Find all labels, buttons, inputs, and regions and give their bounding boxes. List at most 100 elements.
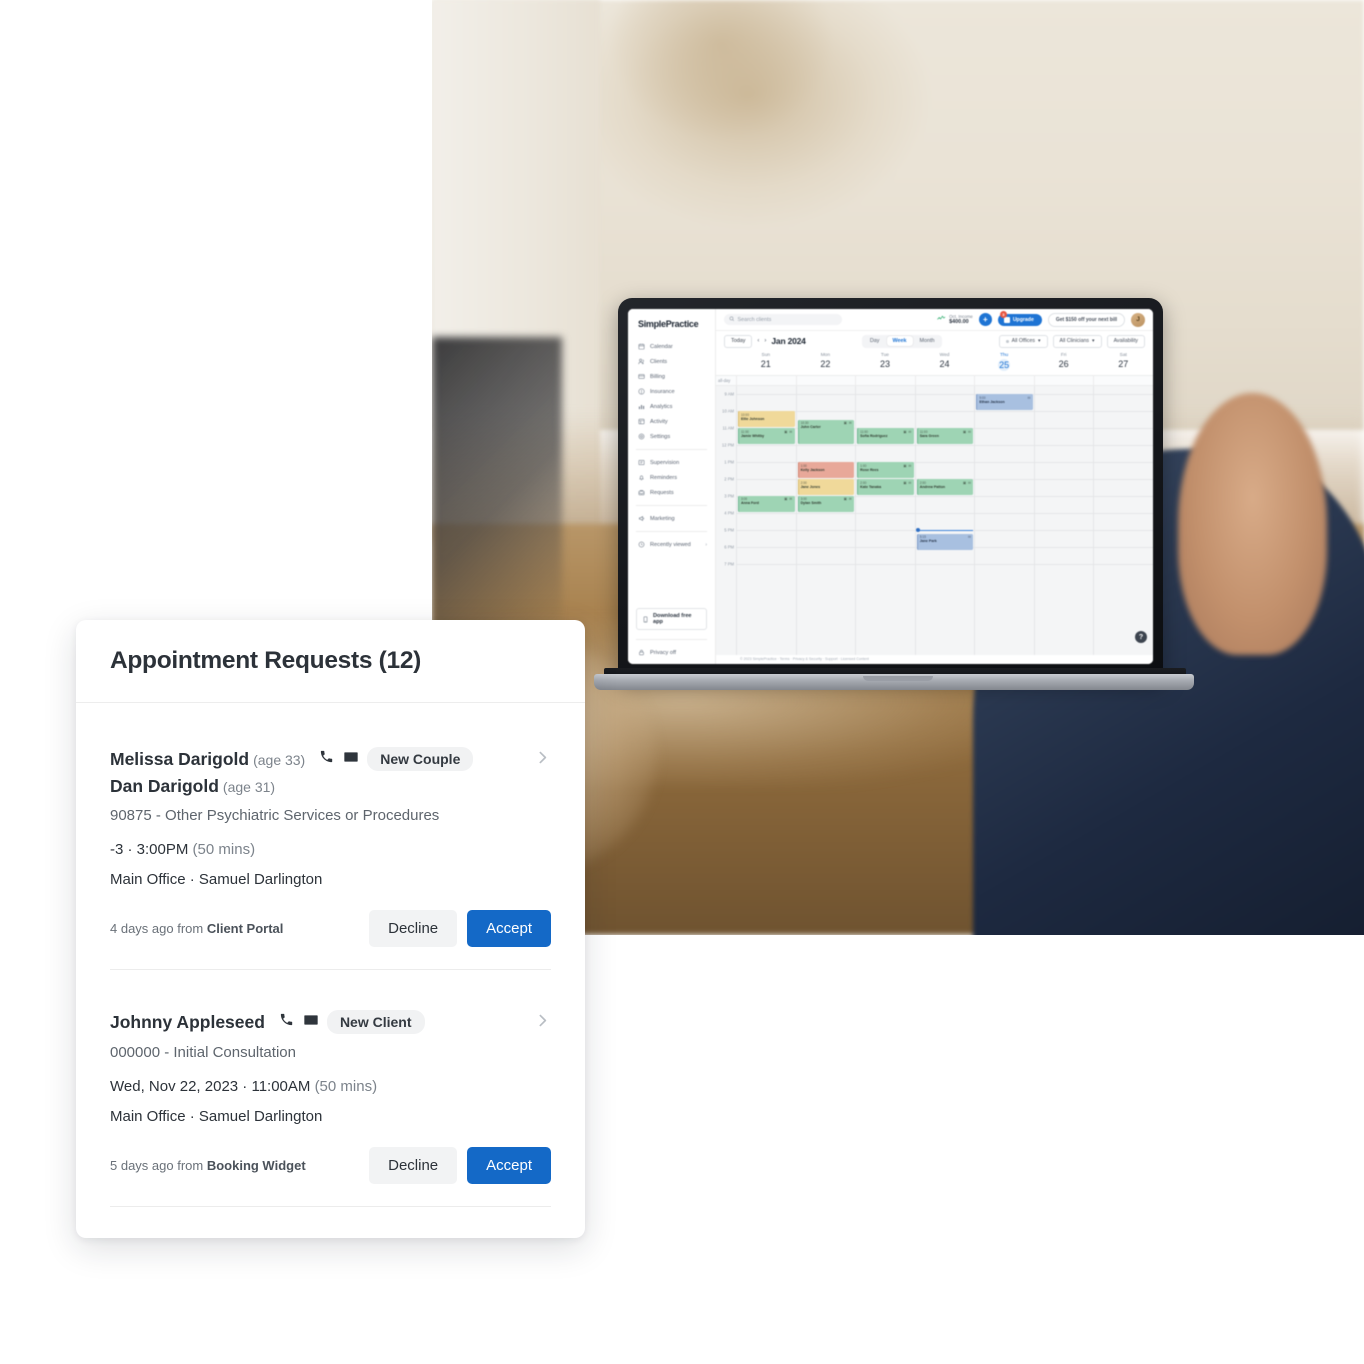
- calendar-event[interactable]: 10:00 Ellie Johnson: [738, 411, 795, 428]
- day-column[interactable]: 11:00 Sara Green ▣ ✉ 2:00 Andrew Patton ▣ ✉ 5:…: [914, 386, 975, 655]
- sidebar-item-settings[interactable]: Settings: [628, 429, 715, 444]
- all-day-cell[interactable]: [1093, 376, 1153, 385]
- view-day[interactable]: Day: [864, 336, 886, 346]
- sidebar-item-activity[interactable]: Activity: [628, 414, 715, 429]
- sidebar-item-calendar[interactable]: Calendar: [628, 339, 715, 354]
- upgrade-button[interactable]: 3 Upgrade: [997, 310, 1042, 326]
- email-icon[interactable]: [303, 1012, 319, 1033]
- sidebar-item-requests[interactable]: Requests: [628, 485, 715, 500]
- timestamp-source: Booking Widget: [206, 1158, 306, 1173]
- availability-button[interactable]: Availability: [1106, 334, 1145, 348]
- email-icon[interactable]: [343, 749, 359, 770]
- calendar-event[interactable]: 5:15 Jane Park ✉: [916, 533, 974, 550]
- all-day-cell[interactable]: [736, 376, 796, 385]
- all-day-cell[interactable]: [795, 376, 856, 385]
- sidebar-item-recently-viewed[interactable]: Recently viewed ›: [628, 537, 715, 552]
- calendar-event[interactable]: 11:00 Sara Green ▣ ✉: [916, 428, 974, 445]
- calendar-event[interactable]: 2:00 Andrew Patton ▣ ✉: [916, 479, 974, 495]
- day-column-header[interactable]: Mon 22: [796, 351, 856, 375]
- day-column-header[interactable]: Tue 23: [855, 351, 915, 375]
- time-label: 4 PM: [724, 510, 734, 516]
- hour-line: [796, 512, 856, 514]
- calendar-event[interactable]: 11:00 Sofia Rodriguez ▣ ✉: [857, 428, 914, 445]
- day-column-header[interactable]: Fri 26: [1034, 351, 1094, 375]
- event-client-name: Sara Green: [919, 433, 939, 438]
- calendar-event[interactable]: 10:30 John Carter ▣ ✉: [797, 419, 855, 445]
- all-day-cell[interactable]: [855, 376, 915, 385]
- download-free-app-button[interactable]: Download free app: [636, 608, 707, 630]
- calendar-event[interactable]: 2:00 Jane Jones: [797, 479, 855, 495]
- view-week[interactable]: Week: [886, 336, 913, 346]
- sidebar-label: Activity: [650, 418, 668, 425]
- sidebar-label: Recently viewed: [650, 541, 691, 548]
- decline-button[interactable]: Decline: [369, 910, 458, 947]
- sidebar-item-billing[interactable]: Billing: [628, 369, 715, 384]
- day-column[interactable]: 10:30 John Carter ▣ ✉ 1:00 Kelly Jackson 2:00…: [795, 386, 856, 655]
- time-label: 11 AM: [722, 425, 734, 431]
- sidebar-label: Settings: [650, 433, 671, 440]
- hour-line: [915, 495, 975, 497]
- event-status-icons: ▣ ✉: [784, 497, 793, 502]
- income-value: $400.00: [949, 318, 969, 325]
- avatar[interactable]: J: [1131, 312, 1145, 327]
- create-new-button[interactable]: +: [978, 313, 992, 326]
- next-week-button[interactable]: ›: [764, 338, 766, 344]
- all-day-cell[interactable]: [914, 376, 975, 385]
- hour-line: [1094, 411, 1153, 413]
- day-column[interactable]: [1093, 386, 1153, 655]
- filter-all-clinicians[interactable]: All Clinicians ▾: [1052, 334, 1102, 348]
- chevron-right-icon[interactable]: [534, 1012, 551, 1033]
- search-input[interactable]: Search clients: [724, 314, 842, 325]
- chevron-right-icon[interactable]: [534, 749, 551, 770]
- time-label: 6 PM: [724, 544, 734, 550]
- day-column-header[interactable]: Wed 24: [915, 351, 975, 375]
- sidebar-item-reminders[interactable]: Reminders: [628, 470, 715, 485]
- prev-week-button[interactable]: ‹: [757, 338, 759, 344]
- calendar-event[interactable]: 1:00 Kelly Jackson: [797, 462, 855, 478]
- hour-line: [975, 529, 1034, 531]
- calendar-event[interactable]: 3:00 Dylan Smith ▣ ✉: [797, 495, 855, 512]
- day-column[interactable]: 11:00 Sofia Rodriguez ▣ ✉ 1:00 Rose Rees ▣ ✉ 2…: [855, 386, 915, 655]
- day-column[interactable]: 9:00 Ethan Jackson ✉: [974, 386, 1034, 655]
- help-button[interactable]: ?: [1135, 631, 1147, 643]
- hour-line: [1094, 546, 1153, 548]
- phone-icon[interactable]: [319, 749, 334, 769]
- request-header-row: Melissa Darigold (age 33) New Couple: [110, 747, 551, 771]
- calendar-event[interactable]: 9:00 Ethan Jackson ✉: [976, 394, 1033, 411]
- day-column[interactable]: [1033, 386, 1094, 655]
- day-column-header[interactable]: Sun 21: [736, 351, 796, 375]
- offer-button[interactable]: Get $150 off your next bill: [1047, 312, 1125, 327]
- sidebar-item-clients[interactable]: Clients: [628, 354, 715, 369]
- view-month[interactable]: Month: [914, 336, 941, 346]
- accept-button[interactable]: Accept: [467, 910, 551, 947]
- sidebar-item-supervision[interactable]: Supervision: [628, 455, 715, 470]
- income-widget[interactable]: Oct. Income $400.00: [937, 314, 973, 325]
- decline-button[interactable]: Decline: [369, 1147, 458, 1184]
- day-column-header[interactable]: Sat 27: [1093, 351, 1153, 375]
- calendar-event[interactable]: 3:00 Anna Ford ▣ ✉: [738, 495, 795, 512]
- calendar-event[interactable]: 2:00 Kate Tanaka ▣ ✉: [857, 479, 914, 495]
- sidebar-item-analytics[interactable]: Analytics: [628, 399, 715, 414]
- today-button[interactable]: Today: [724, 334, 753, 348]
- sidebar-item-privacy[interactable]: Privacy off: [628, 645, 715, 660]
- all-day-cell[interactable]: [974, 376, 1034, 385]
- sidebar-item-marketing[interactable]: Marketing: [628, 511, 715, 526]
- day-column-header-today[interactable]: Thu 25: [974, 351, 1034, 375]
- laptop: SimplePractice Calendar Clients Billing …: [594, 298, 1194, 698]
- all-day-cells: [736, 376, 1153, 385]
- hour-line: [1094, 428, 1153, 430]
- sidebar-item-insurance[interactable]: Insurance: [628, 384, 715, 399]
- event-status-icons: ▣ ✉: [903, 463, 912, 468]
- calendar-selection-handle[interactable]: [915, 528, 974, 532]
- calendar-event[interactable]: 1:00 Rose Rees ▣ ✉: [857, 462, 914, 478]
- day-column[interactable]: 10:00 Ellie Johnson 11:00 Jamie Whitby ▣ ✉ 3:…: [736, 386, 796, 655]
- card-header: Appointment Requests (12): [76, 620, 585, 703]
- calendar-grid: 9 AM 10 AM 11 AM 12 PM 1 PM 2 PM 3 PM 4 PM 5 PM 6…: [716, 386, 1153, 655]
- all-day-cell[interactable]: [1033, 376, 1094, 385]
- phone-icon[interactable]: [279, 1012, 294, 1032]
- screenshot-root: SimplePractice Calendar Clients Billing …: [0, 0, 1364, 1364]
- hour-line: [1034, 445, 1094, 447]
- filter-all-offices[interactable]: All Offices ▾: [998, 334, 1048, 348]
- accept-button[interactable]: Accept: [467, 1147, 551, 1184]
- calendar-event[interactable]: 11:00 Jamie Whitby ▣ ✉: [738, 428, 795, 445]
